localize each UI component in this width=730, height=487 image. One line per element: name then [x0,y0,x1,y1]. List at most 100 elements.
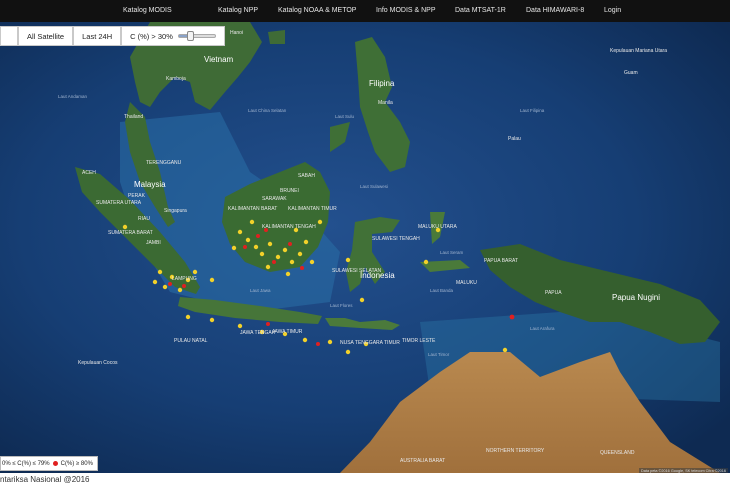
hotspot[interactable] [209,277,215,283]
app-root: Katalog MODIS Katalog NPP Katalog NOAA &… [0,0,730,487]
label-jateng: JAWA TENGAH [240,330,276,336]
hotspot[interactable] [245,237,251,243]
label-terengganu: TERENGGANU [146,160,182,166]
hotspot[interactable] [297,251,303,257]
label-timor-leste: TIMOR LESTE [402,338,436,344]
hotspot[interactable] [288,242,292,246]
hotspot[interactable] [231,245,237,251]
map-canvas[interactable]: Vietnam Kamboja Filipina Malaysia Singap… [0,22,730,473]
label-laut-sulawesi: Laut Sulawesi [360,184,388,189]
hotspot[interactable] [259,251,265,257]
nav-data-mtsat[interactable]: Data MTSAT-1R [455,0,506,22]
hotspot[interactable] [502,347,508,353]
hotspot[interactable] [309,259,315,265]
label-kaltim: KALIMANTAN TIMUR [288,206,337,212]
label-sumbar: SUMATERA BARAT [108,230,153,236]
hotspot[interactable] [302,337,308,343]
hotspot[interactable] [152,279,158,285]
period-filter-label: Last 24H [82,31,113,41]
hotspot[interactable] [243,245,247,249]
hotspot[interactable] [237,323,243,329]
label-maluku: MALUKU [456,280,477,286]
hotspot[interactable] [509,314,515,320]
label-laut-flores: Laut Flores [330,303,353,308]
label-australia-barat: AUSTRALIA BARAT [400,458,445,464]
hotspot[interactable] [182,284,186,288]
nav-katalog-npp[interactable]: Katalog NPP [218,0,258,22]
hotspot[interactable] [359,297,365,303]
label-sumut: SUMATERA UTARA [96,200,142,206]
confidence-slider-thumb[interactable] [187,31,195,41]
hotspot[interactable] [192,269,198,275]
hotspot[interactable] [303,239,309,245]
label-guam: Guam [624,70,638,76]
confidence-slider[interactable] [177,31,216,41]
label-laut-sulu: Laut Sulu [335,114,355,119]
hotspot[interactable] [275,254,281,260]
label-northern-territory: NORTHERN TERRITORY [486,448,545,454]
hotspot[interactable] [237,229,243,235]
nav-katalog-noaa-metop[interactable]: Katalog NOAA & METOP [278,0,356,22]
page-footer: ntariksa Nasional @2016 [0,473,730,487]
label-mariana: Kepulauan Mariana Utara [610,48,667,54]
legend-range-text: 0% ≤ C(%) ≤ 79% [2,460,50,467]
nav-katalog-modis[interactable]: Katalog MODIS [123,0,172,22]
top-navbar: Katalog MODIS Katalog NPP Katalog NOAA &… [0,0,730,22]
label-maluku-utara: MALUKU UTARA [418,224,457,230]
label-kamboja: Kamboja [166,76,186,82]
label-palau: Palau [508,136,521,142]
hotspot[interactable] [285,271,291,277]
label-laut-timor: Laut Timor [428,352,450,357]
hotspot[interactable] [316,342,320,346]
nav-login[interactable]: Login [604,0,621,22]
hotspot[interactable] [327,339,333,345]
hotspot[interactable] [162,284,168,290]
satellite-map[interactable]: Vietnam Kamboja Filipina Malaysia Singap… [0,22,730,473]
hotspot[interactable] [249,219,255,225]
nav-info-modis-npp[interactable]: Info MODIS & NPP [376,0,436,22]
hotspot[interactable] [209,317,215,323]
label-laut-jawa: Laut Jawa [250,288,271,293]
label-filipina: Filipina [369,79,395,88]
hotspot[interactable] [345,257,351,263]
label-sulsel: SULAWESI SELATAN [332,268,381,274]
hotspot[interactable] [266,322,270,326]
label-aceh: ACEH [82,170,96,176]
label-laut-china-selatan: Laut China Selatan [248,108,287,113]
label-cocos: Kepulauan Cocos [78,360,118,366]
label-brunei: BRUNEI [280,188,299,194]
label-papua: PAPUA [545,290,562,296]
label-kalbar: KALIMANTAN BARAT [228,206,277,212]
hotspot[interactable] [272,260,276,264]
period-filter-button[interactable]: Last 24H [73,26,122,46]
satellite-filter-button[interactable]: All Satellite [18,26,74,46]
hotspot[interactable] [256,234,260,238]
hotspot[interactable] [157,269,163,275]
label-laut-filipina: Laut Filipina [520,108,545,113]
confidence-filter-label: C (%) > 30% [130,31,173,41]
label-jatim: JAWA TIMUR [272,329,303,335]
hotspot[interactable] [267,241,273,247]
hotspot[interactable] [289,259,295,265]
label-sabah: SABAH [298,173,315,179]
nav-data-himawari[interactable]: Data HIMAWARI-8 [526,0,584,22]
hotspot[interactable] [345,349,351,355]
hotspot[interactable] [317,219,323,225]
hotspot[interactable] [300,266,304,270]
hotspot[interactable] [122,224,128,230]
hotspot[interactable] [265,264,271,270]
label-laut-seram: Laut Seram [440,250,464,255]
hotspot[interactable] [185,314,191,320]
hotspot[interactable] [253,244,259,250]
label-sulteng: SULAWESI TENGAH [372,236,420,242]
hotspot[interactable] [423,259,429,265]
label-manila: Manila [378,100,393,106]
label-vietnam: Vietnam [204,55,234,64]
hotspot[interactable] [282,247,288,253]
label-ntt: NUSA TENGGARA TIMUR [340,340,400,346]
hotspot[interactable] [177,287,183,293]
menu-toggle-button[interactable] [0,26,18,46]
label-pulau-natal: PULAU NATAL [174,338,208,344]
hotspot[interactable] [168,282,172,286]
label-jambi: JAMBI [146,240,161,246]
